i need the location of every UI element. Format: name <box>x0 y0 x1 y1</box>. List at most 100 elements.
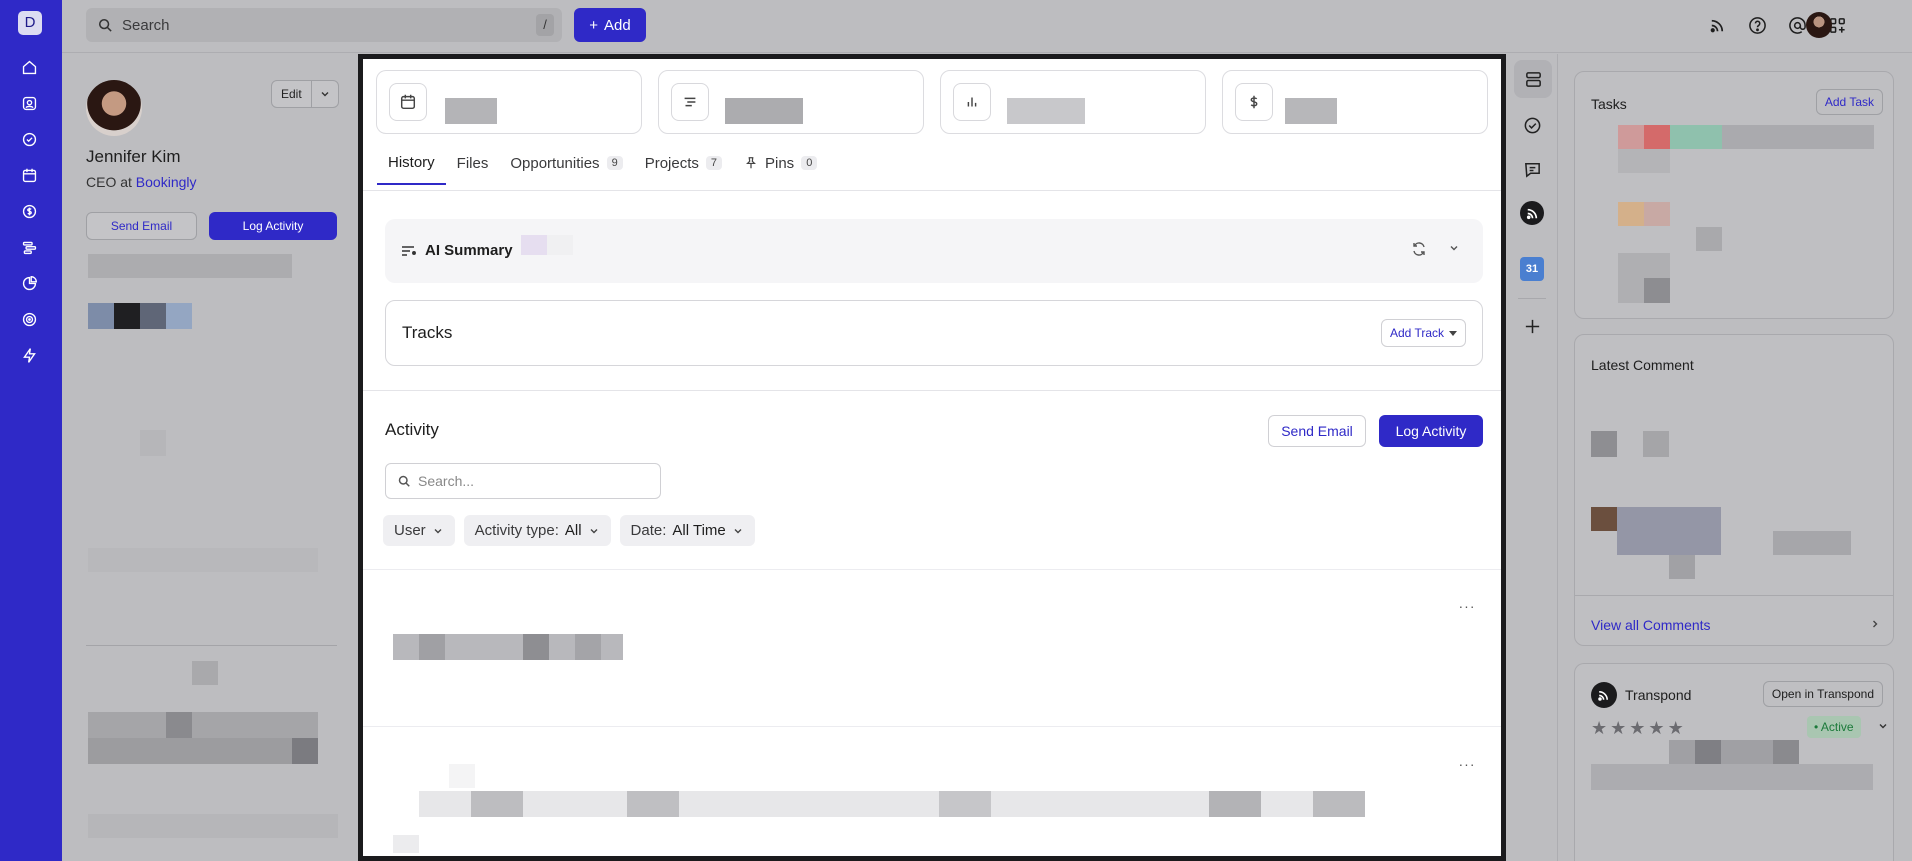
chevron-right-icon[interactable] <box>1869 618 1881 633</box>
blurred-block <box>1209 791 1261 817</box>
search-shortcut: / <box>536 14 554 36</box>
tab-opportunities[interactable]: Opportunities 9 <box>499 141 633 185</box>
app-logo[interactable]: D <box>18 11 42 35</box>
chevron-down-icon[interactable] <box>1447 241 1461 258</box>
transpond-widget: Transpond Open in Transpond ★ ★ ★ ★ ★ • Acti… <box>1574 663 1894 861</box>
summary-lines-icon <box>402 245 416 256</box>
nav-rail: D <box>0 0 62 861</box>
blurred-field <box>88 254 292 278</box>
chevron-down-icon[interactable] <box>312 81 338 107</box>
chevron-down-icon[interactable] <box>1877 720 1889 735</box>
add-button-label: Add <box>604 16 631 34</box>
tasks-icon[interactable] <box>17 127 41 151</box>
blurred-block <box>1644 202 1670 226</box>
activity-type-filter[interactable]: Activity type: All <box>463 515 611 546</box>
tab-files[interactable]: Files <box>446 141 500 185</box>
summary-card-calendar[interactable] <box>376 70 642 134</box>
reports-icon[interactable] <box>17 271 41 295</box>
tab-label: Opportunities <box>510 154 600 172</box>
blurred-block <box>1313 791 1365 817</box>
summary-card-reports[interactable] <box>940 70 1206 134</box>
tab-history[interactable]: History <box>377 141 446 185</box>
activity-type-value: All <box>564 522 582 539</box>
open-in-transpond-button[interactable]: Open in Transpond <box>1762 681 1883 707</box>
search-placeholder: Search <box>122 16 170 34</box>
refresh-icon[interactable] <box>1411 241 1427 260</box>
date-key: Date: <box>630 522 667 539</box>
blurred-value <box>725 98 803 124</box>
goals-icon[interactable] <box>17 307 41 331</box>
profile-send-email-button[interactable]: Send Email <box>86 212 197 240</box>
tracks-title: Tracks <box>402 323 453 342</box>
activity-search-input[interactable]: Search... <box>385 463 661 499</box>
user-filter[interactable]: User <box>383 515 455 546</box>
more-options-icon[interactable]: ··· <box>1455 756 1479 772</box>
tab-projects[interactable]: Projects 7 <box>634 141 733 185</box>
caret-down-icon <box>1449 326 1457 340</box>
activity-log-activity-button[interactable]: Log Activity <box>1379 415 1483 447</box>
task-check-icon[interactable] <box>1520 113 1544 137</box>
contact-avatar <box>86 80 142 136</box>
add-task-button[interactable]: Add Task <box>1815 89 1883 115</box>
view-all-comments-link[interactable]: View all Comments <box>1591 617 1711 633</box>
add-button[interactable]: + Add <box>574 8 646 42</box>
deals-icon[interactable] <box>17 199 41 223</box>
activity-type-key: Activity type: <box>474 522 559 539</box>
comments-icon[interactable] <box>1520 157 1544 181</box>
projects-icon <box>671 83 709 121</box>
add-widget-icon[interactable] <box>1520 314 1544 338</box>
star-icon: ★ <box>1648 718 1665 738</box>
profile-log-activity-button[interactable]: Log Activity <box>209 212 337 240</box>
date-filter[interactable]: Date: All Time <box>619 515 755 546</box>
automations-icon[interactable] <box>17 343 41 367</box>
edit-button-group: Edit <box>271 80 339 108</box>
help-icon[interactable] <box>1745 13 1769 37</box>
blurred-block <box>393 835 419 853</box>
feed-icon[interactable] <box>1705 13 1729 37</box>
blurred-block <box>166 712 192 738</box>
blurred-field <box>88 548 318 572</box>
divider <box>86 645 337 646</box>
global-search[interactable]: Search / <box>86 8 562 42</box>
blurred-field <box>88 814 338 838</box>
home-icon[interactable] <box>17 55 41 79</box>
company-link[interactable]: Bookingly <box>136 174 197 190</box>
tasks-title: Tasks <box>1591 96 1627 112</box>
blurred-value <box>445 98 497 124</box>
contacts-icon[interactable] <box>17 91 41 115</box>
contact-name: Jennifer Kim <box>86 147 181 166</box>
user-avatar[interactable] <box>1806 12 1832 38</box>
blurred-block <box>1591 431 1617 457</box>
widgets-icon[interactable] <box>1514 60 1552 98</box>
divider <box>1575 595 1893 596</box>
ai-summary-label: AI Summary <box>425 242 513 259</box>
blurred-block <box>1618 149 1670 173</box>
activity-filters: User Activity type: All Date: All Time <box>383 515 755 546</box>
right-widgets-panel: Tasks Add Task Latest Comment View all C… <box>1558 54 1912 861</box>
blurred-block <box>627 791 679 817</box>
projects-icon[interactable] <box>17 235 41 259</box>
pin-icon <box>746 157 756 169</box>
calendar-icon[interactable] <box>17 163 41 187</box>
more-options-icon[interactable]: ··· <box>1455 598 1479 614</box>
google-calendar-icon[interactable]: 31 <box>1520 257 1544 281</box>
latest-comment-title: Latest Comment <box>1591 357 1694 373</box>
summary-card-deals[interactable] <box>1222 70 1488 134</box>
blurred-block <box>1644 278 1670 303</box>
transpond-title: Transpond <box>1625 687 1692 703</box>
dollar-icon <box>1235 83 1273 121</box>
add-track-button[interactable]: Add Track <box>1380 319 1466 347</box>
tab-pins[interactable]: Pins 0 <box>733 141 828 185</box>
tab-count: 9 <box>606 156 623 170</box>
blurred-block <box>449 764 475 788</box>
star-icon: ★ <box>1610 718 1627 738</box>
activity-send-email-button[interactable]: Send Email <box>1268 415 1366 447</box>
edit-button[interactable]: Edit <box>272 81 312 107</box>
ai-summary-panel[interactable]: AI Summary <box>385 219 1483 283</box>
blurred-block <box>575 634 601 660</box>
summary-card-projects[interactable] <box>658 70 924 134</box>
transpond-icon[interactable] <box>1520 201 1544 225</box>
blurred-badge <box>547 235 573 255</box>
date-value: All Time <box>672 522 726 539</box>
blurred-activity-text <box>419 791 1339 817</box>
